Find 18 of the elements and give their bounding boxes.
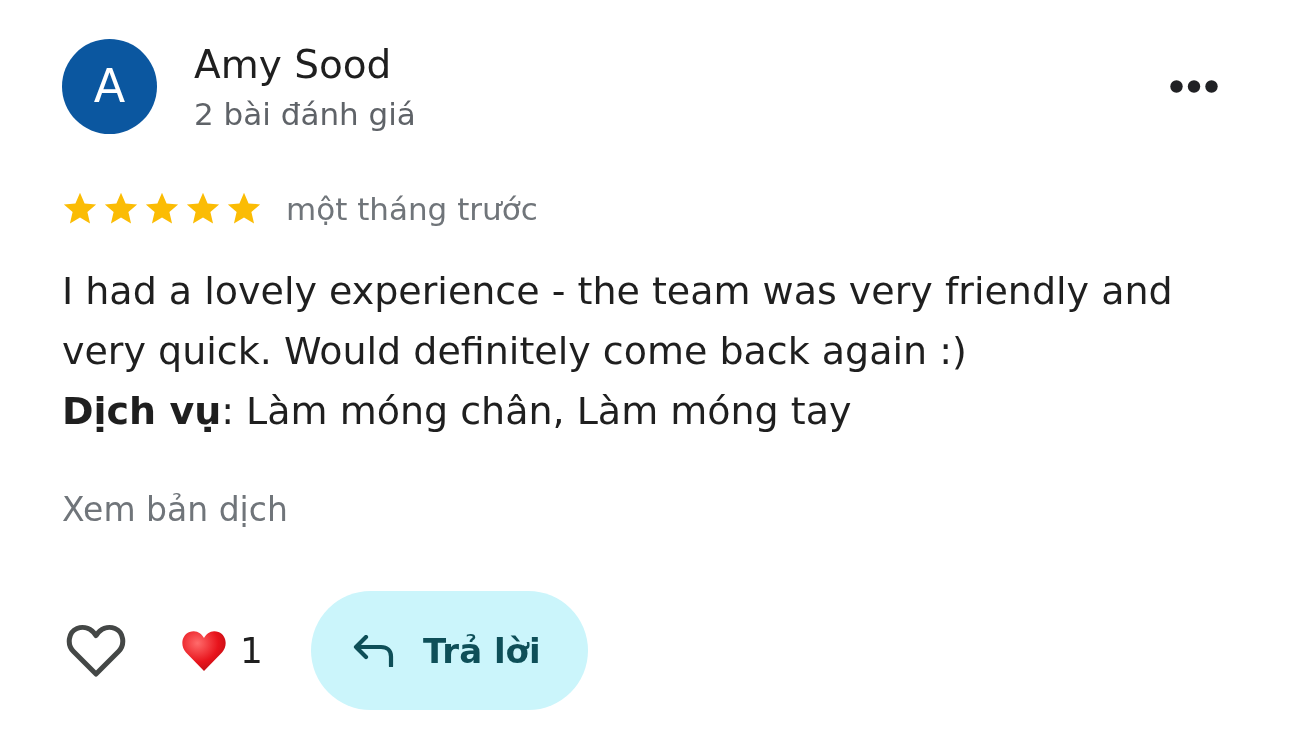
reply-button[interactable]: Trả lời	[310, 591, 588, 710]
more-options-icon[interactable]	[1170, 80, 1218, 93]
services-line: Dịch vụ: Làm móng chân, Làm móng tay	[62, 388, 852, 435]
star-icon	[226, 192, 262, 226]
heart-reaction-icon	[181, 629, 227, 672]
star-icon	[103, 192, 139, 226]
translate-link[interactable]: Xem bản dịch	[62, 490, 288, 530]
reaction-count: 1	[240, 628, 263, 673]
author-name[interactable]: Amy Sood	[194, 41, 392, 89]
star-icon	[62, 192, 98, 226]
heart-outline-icon[interactable]	[66, 623, 126, 678]
review-count: 2 bài đánh giá	[194, 95, 416, 134]
reply-arrow-icon	[352, 634, 395, 667]
star-icon	[185, 192, 221, 226]
avatar: A	[62, 39, 157, 134]
star-icon	[144, 192, 180, 226]
review-text: I had a lovely experience - the team was very friendly and very quick. Would definitely come back again :)	[62, 268, 1174, 375]
review-time: một tháng trước	[286, 190, 538, 228]
